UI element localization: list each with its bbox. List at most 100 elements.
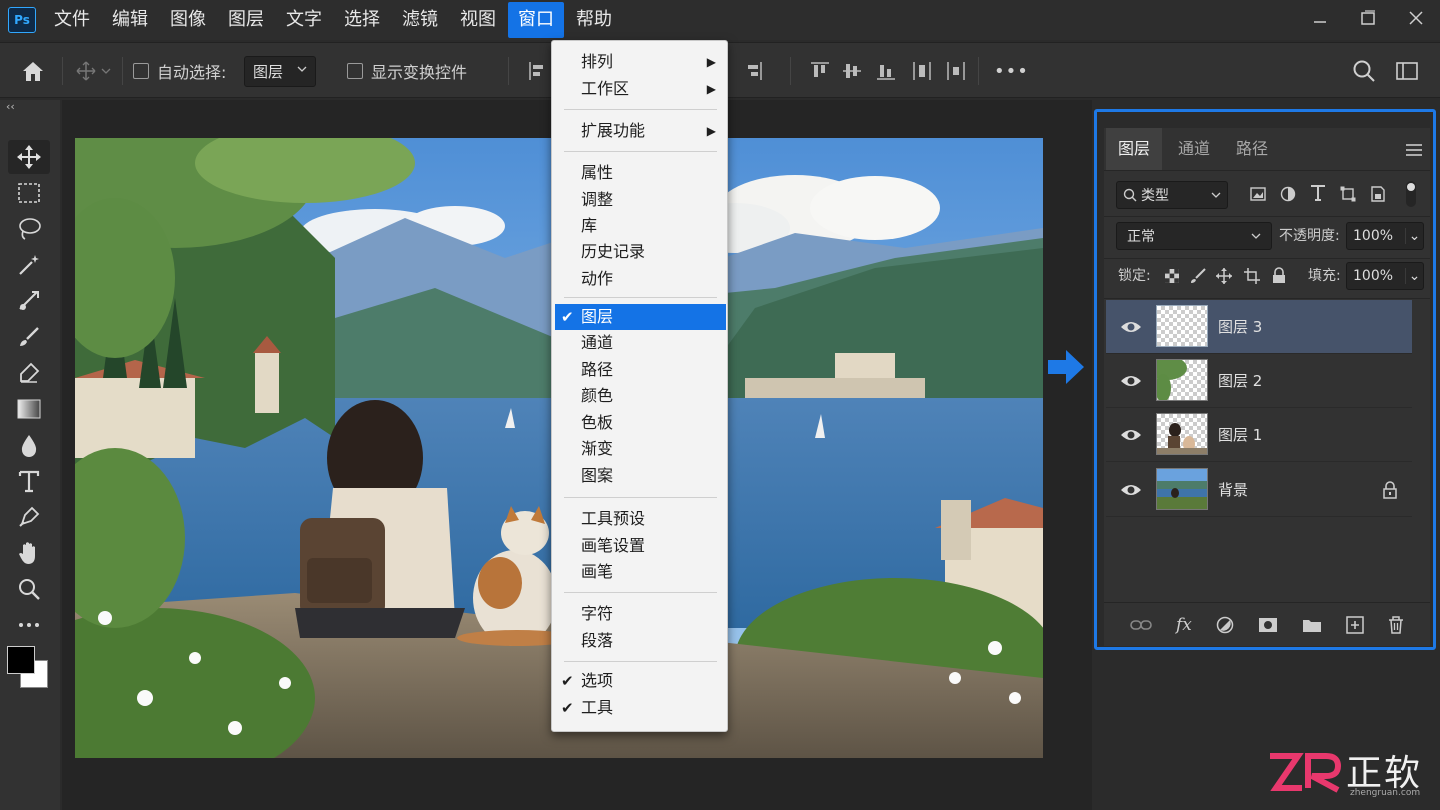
tab-paths[interactable]: 路径 — [1224, 128, 1280, 170]
align-left-icon[interactable] — [528, 43, 546, 99]
filter-smart-object-icon[interactable] — [1370, 186, 1386, 206]
add-mask-icon[interactable] — [1258, 617, 1278, 633]
checkbox-box[interactable] — [133, 63, 149, 79]
distribute-space-icon[interactable] — [946, 43, 966, 99]
visibility-eye-icon[interactable] — [1120, 479, 1142, 501]
menu-item-tools[interactable]: ✔ 工具 — [555, 695, 726, 721]
collapse-icon[interactable]: ‹‹ — [6, 100, 15, 113]
home-icon[interactable] — [20, 43, 46, 99]
distribute-horizontal-icon[interactable] — [912, 43, 932, 99]
visibility-eye-icon[interactable] — [1120, 424, 1142, 446]
menu-help[interactable]: 帮助 — [566, 2, 622, 38]
lock-image-pixels-icon[interactable] — [1190, 268, 1206, 288]
layer-row-background[interactable]: 背景 — [1106, 463, 1412, 517]
menu-select[interactable]: 选择 — [334, 2, 390, 38]
foreground-color-swatch[interactable] — [7, 646, 35, 674]
menu-edit[interactable]: 编辑 — [102, 2, 158, 38]
align-bottom-icon[interactable] — [876, 43, 896, 99]
tab-layers[interactable]: 图层 — [1106, 128, 1163, 170]
fill-input[interactable]: 100% ⌄ — [1346, 262, 1424, 290]
type-tool-icon[interactable] — [8, 464, 50, 498]
panel-menu-icon[interactable] — [1406, 142, 1422, 161]
workspace-icon[interactable] — [1396, 43, 1418, 99]
lock-position-icon[interactable] — [1216, 268, 1232, 288]
menu-item-brushes[interactable]: 画笔 — [555, 559, 726, 585]
layer-name[interactable]: 图层 2 — [1218, 354, 1262, 408]
filter-type-icon[interactable] — [1310, 184, 1326, 206]
visibility-eye-icon[interactable] — [1120, 370, 1142, 392]
menu-file[interactable]: 文件 — [44, 2, 100, 38]
hand-tool-icon[interactable] — [8, 536, 50, 570]
search-icon[interactable] — [1352, 43, 1376, 99]
menu-item-layers[interactable]: ✔ 图层 — [555, 304, 726, 330]
layer-name[interactable]: 图层 3 — [1218, 300, 1262, 354]
auto-select-dropdown[interactable]: 图层 — [244, 43, 316, 99]
delete-layer-icon[interactable] — [1388, 615, 1404, 634]
menu-item-tool-presets[interactable]: 工具预设 — [555, 506, 726, 532]
chevron-down-icon[interactable]: ⌄ — [1405, 228, 1423, 244]
layer-name[interactable]: 背景 — [1218, 463, 1248, 517]
layer-row-2[interactable]: 图层 2 — [1106, 354, 1412, 408]
minimize-icon[interactable] — [1296, 10, 1344, 31]
menu-item-adjustments[interactable]: 调整 — [555, 187, 726, 213]
tab-channels[interactable]: 通道 — [1166, 128, 1222, 170]
lasso-tool-icon[interactable] — [8, 212, 50, 246]
brush-tool-icon[interactable] — [8, 320, 50, 354]
filter-shape-icon[interactable] — [1340, 186, 1356, 206]
gradient-tool-icon[interactable] — [8, 392, 50, 426]
menu-image[interactable]: 图像 — [160, 2, 216, 38]
menu-type[interactable]: 文字 — [276, 2, 332, 38]
magic-wand-icon[interactable] — [8, 248, 50, 282]
menu-item-history[interactable]: 历史记录 — [555, 239, 726, 265]
menu-view[interactable]: 视图 — [450, 2, 506, 38]
new-layer-icon[interactable] — [1346, 615, 1364, 634]
align-vcenter-icon[interactable] — [842, 43, 862, 99]
menu-item-options[interactable]: ✔ 选项 — [555, 668, 726, 694]
layer-filter-dropdown[interactable]: 类型 — [1116, 181, 1228, 209]
menu-item-workspace[interactable]: 工作区 ▶ — [555, 76, 726, 102]
more-tools-icon[interactable] — [8, 608, 50, 642]
menu-filter[interactable]: 滤镜 — [392, 2, 448, 38]
opacity-input[interactable]: 100% ⌄ — [1346, 222, 1424, 250]
menu-item-paths[interactable]: 路径 — [555, 357, 726, 383]
checkbox-box[interactable] — [347, 63, 363, 79]
add-layer-style-icon[interactable]: fx — [1176, 615, 1192, 635]
menu-item-brush-settings[interactable]: 画笔设置 — [555, 533, 726, 559]
menu-item-properties[interactable]: 属性 — [555, 160, 726, 186]
pen-tool-icon[interactable] — [8, 500, 50, 534]
layer-name[interactable]: 图层 1 — [1218, 408, 1262, 462]
menu-item-gradients[interactable]: 渐变 — [555, 436, 726, 462]
blur-tool-icon[interactable] — [8, 428, 50, 462]
align-top-icon[interactable] — [810, 43, 830, 99]
lock-all-icon[interactable] — [1272, 267, 1286, 288]
menu-item-libraries[interactable]: 库 — [555, 213, 726, 239]
menu-window[interactable]: 窗口 — [508, 2, 564, 38]
menu-item-patterns[interactable]: 图案 — [555, 463, 726, 489]
layer-row-1[interactable]: 图层 1 — [1106, 408, 1412, 462]
menu-layer[interactable]: 图层 — [218, 2, 274, 38]
menu-item-swatches[interactable]: 色板 — [555, 410, 726, 436]
eraser-tool-icon[interactable] — [8, 356, 50, 390]
layer-row-3[interactable]: 图层 3 — [1106, 300, 1412, 354]
menu-item-paragraph[interactable]: 段落 — [555, 628, 726, 654]
maximize-icon[interactable] — [1344, 9, 1392, 31]
menu-item-actions[interactable]: 动作 — [555, 266, 726, 292]
filter-toggle[interactable] — [1406, 181, 1416, 207]
visibility-eye-icon[interactable] — [1120, 316, 1142, 338]
blend-mode-dropdown[interactable]: 正常 — [1116, 222, 1272, 250]
menu-item-channels[interactable]: 通道 — [555, 330, 726, 356]
zoom-tool-icon[interactable] — [8, 572, 50, 606]
adjustment-layer-icon[interactable] — [1216, 616, 1234, 634]
filter-pixel-icon[interactable] — [1250, 186, 1266, 206]
new-group-icon[interactable] — [1302, 617, 1322, 633]
show-transform-checkbox[interactable]: 显示变换控件 — [347, 43, 467, 99]
marquee-tool-icon[interactable] — [8, 176, 50, 210]
lock-artboard-icon[interactable] — [1244, 268, 1260, 288]
more-options-button[interactable]: ••• — [994, 43, 1029, 99]
align-right-icon[interactable] — [745, 43, 763, 99]
menu-item-character[interactable]: 字符 — [555, 601, 726, 627]
link-layers-icon[interactable] — [1130, 618, 1152, 632]
move-tool-preset-icon[interactable] — [76, 43, 112, 99]
menu-item-color[interactable]: 颜色 — [555, 383, 726, 409]
close-icon[interactable] — [1392, 10, 1440, 31]
